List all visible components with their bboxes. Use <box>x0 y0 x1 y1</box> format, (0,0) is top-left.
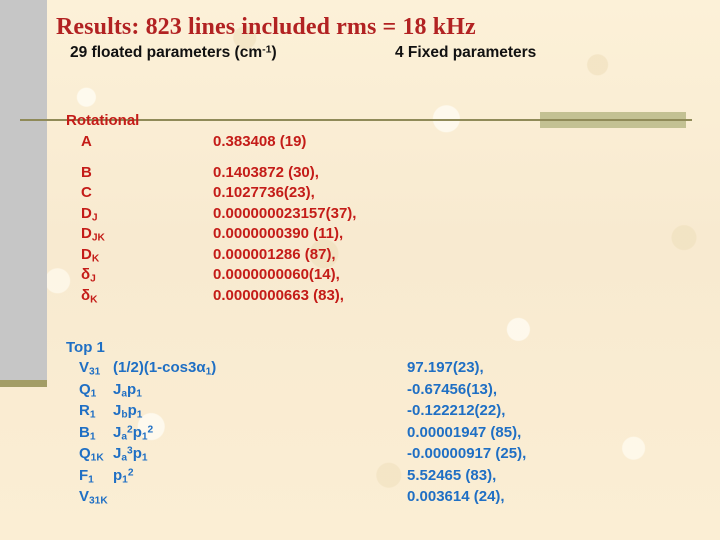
top1-value: 97.197(23), <box>407 359 484 376</box>
top1-value: -0.67456(13), <box>407 380 498 398</box>
top1-symbol: B1 <box>79 423 96 443</box>
rotational-value: 0.1027736(23), <box>213 184 315 201</box>
left-band-olive-foot <box>0 380 47 387</box>
rotational-row: δJ 0.0000000060(14), <box>66 266 356 287</box>
top1-value: -0.122212(22), <box>407 402 506 419</box>
rotational-value: 0.383408 (19) <box>213 133 307 150</box>
rotational-symbol: C <box>81 184 92 201</box>
rotational-row: C 0.1027736(23), <box>66 184 356 205</box>
top1-section: Top 1 V31 (1/2)(1-cos3α1) 97.197(23), Q1 Jap… <box>66 339 526 510</box>
subtitle-fixed-parameters: 4 Fixed parameters <box>395 44 537 61</box>
rotational-row: DJ 0.000000023157(37), <box>66 205 356 226</box>
top1-row: Q1K Ja3p1 -0.00000917 (25), <box>66 445 526 467</box>
rotational-symbol: DK <box>81 245 100 265</box>
subtitle-floated-parameters: 29 floated parameters (cm-1) <box>70 43 277 61</box>
rotational-value: 0.0000000663 (83), <box>213 286 344 304</box>
rotational-value: 0.000000023157(37), <box>213 204 357 222</box>
top1-row: V31 (1/2)(1-cos3α1) 97.197(23), <box>66 359 526 381</box>
rotational-row: B 0.1403872 (30), <box>66 164 356 185</box>
rotational-row: DK 0.000001286 (87), <box>66 246 356 267</box>
top1-symbol: V31 <box>79 359 101 378</box>
rotational-value: 0.000001286 (87), <box>213 245 336 263</box>
top1-operator-expression: Ja2p12 <box>113 423 154 443</box>
rotational-value: 0.0000000060(14), <box>213 266 340 283</box>
rotational-symbol: DJ <box>81 204 98 224</box>
slide-canvas: Results: 823 lines included rms = 18 kHz… <box>0 0 720 540</box>
top1-operator-expression: Jap1 <box>113 380 142 400</box>
top1-symbol: F1 <box>79 466 94 486</box>
top1-value: 5.52465 (83), <box>407 466 497 484</box>
rotational-symbol: δJ <box>81 266 96 285</box>
rotational-value: 0.0000000390 (11), <box>213 225 344 242</box>
left-grey-band <box>0 0 47 380</box>
top1-heading: Top 1 <box>66 339 105 356</box>
rotational-symbol: DJK <box>81 225 105 244</box>
rotational-row-gap <box>66 154 356 164</box>
rotational-symbol: A <box>81 133 92 150</box>
rotational-symbol: δK <box>81 286 98 306</box>
top1-value: -0.00000917 (25), <box>407 445 527 462</box>
rotational-section: Rotational A 0.383408 (19) B 0.1403872 (30)… <box>66 112 356 307</box>
top1-value: 0.003614 (24), <box>407 488 505 505</box>
rotational-row: A 0.383408 (19) <box>66 133 356 154</box>
top1-operator-expression: (1/2)(1-cos3α1) <box>113 359 217 378</box>
top1-symbol: Q1K <box>79 445 104 464</box>
rotational-value: 0.1403872 (30), <box>213 163 319 181</box>
top1-operator-expression: p12 <box>113 466 134 486</box>
top1-value: 0.00001947 (85), <box>407 423 522 441</box>
top1-row: B1 Ja2p12 0.00001947 (85), <box>66 424 526 446</box>
top1-symbol: R1 <box>79 402 96 421</box>
rotational-row: DJK 0.0000000390 (11), <box>66 225 356 246</box>
top1-row: F1 p12 5.52465 (83), <box>66 467 526 489</box>
top1-row-list: V31 (1/2)(1-cos3α1) 97.197(23), Q1 Jap1 -0.67… <box>66 359 526 510</box>
rotational-row-list: A 0.383408 (19) B 0.1403872 (30), C 0.1027736… <box>66 133 356 307</box>
top1-operator-expression: Ja3p1 <box>113 445 148 464</box>
top1-symbol: V31K <box>79 488 108 507</box>
top1-row: V31K 0.003614 (24), <box>66 488 526 510</box>
top1-symbol: Q1 <box>79 380 97 400</box>
rotational-row: δK 0.0000000663 (83), <box>66 287 356 308</box>
slide-title: Results: 823 lines included rms = 18 kHz <box>56 14 476 40</box>
top1-row: Q1 Jap1 -0.67456(13), <box>66 381 526 403</box>
top1-operator-expression: Jbp1 <box>113 402 143 421</box>
top1-row: R1 Jbp1 -0.122212(22), <box>66 402 526 424</box>
rotational-heading: Rotational <box>66 112 140 129</box>
rotational-symbol: B <box>81 163 92 181</box>
